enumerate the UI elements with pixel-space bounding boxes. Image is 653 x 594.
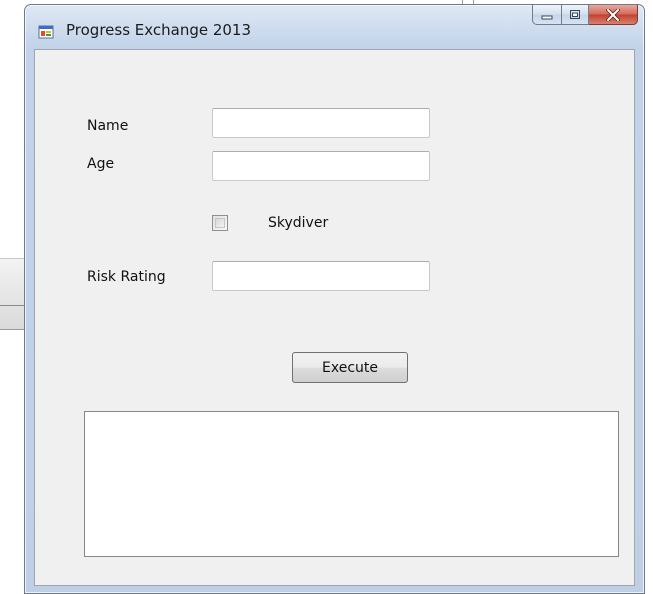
caption-buttons <box>532 5 638 25</box>
maximize-button[interactable] <box>562 5 589 25</box>
execute-button[interactable]: Execute <box>292 352 408 383</box>
skydiver-label[interactable]: Skydiver <box>268 215 328 231</box>
app-icon <box>38 25 54 39</box>
minimize-icon <box>541 15 553 19</box>
close-button[interactable] <box>589 5 638 25</box>
window-title: Progress Exchange 2013 <box>66 21 252 39</box>
age-field[interactable] <box>212 151 430 181</box>
close-icon <box>606 8 620 21</box>
maximize-icon <box>570 10 580 19</box>
age-label: Age <box>87 156 115 172</box>
title-bar[interactable]: Progress Exchange 2013 <box>25 5 644 49</box>
risk-rating-field[interactable] <box>212 261 430 291</box>
progress-exchange-window: Progress Exchange 2013 Name Age Skydiver… <box>24 4 645 594</box>
skydiver-checkbox[interactable] <box>212 215 228 231</box>
risk-rating-label: Risk Rating <box>87 269 166 285</box>
form-client-area: Name Age Skydiver Risk Rating Execute <box>34 49 635 586</box>
name-label: Name <box>87 118 129 134</box>
name-field[interactable] <box>212 108 430 138</box>
minimize-button[interactable] <box>532 5 562 25</box>
output-textbox[interactable] <box>84 411 619 557</box>
